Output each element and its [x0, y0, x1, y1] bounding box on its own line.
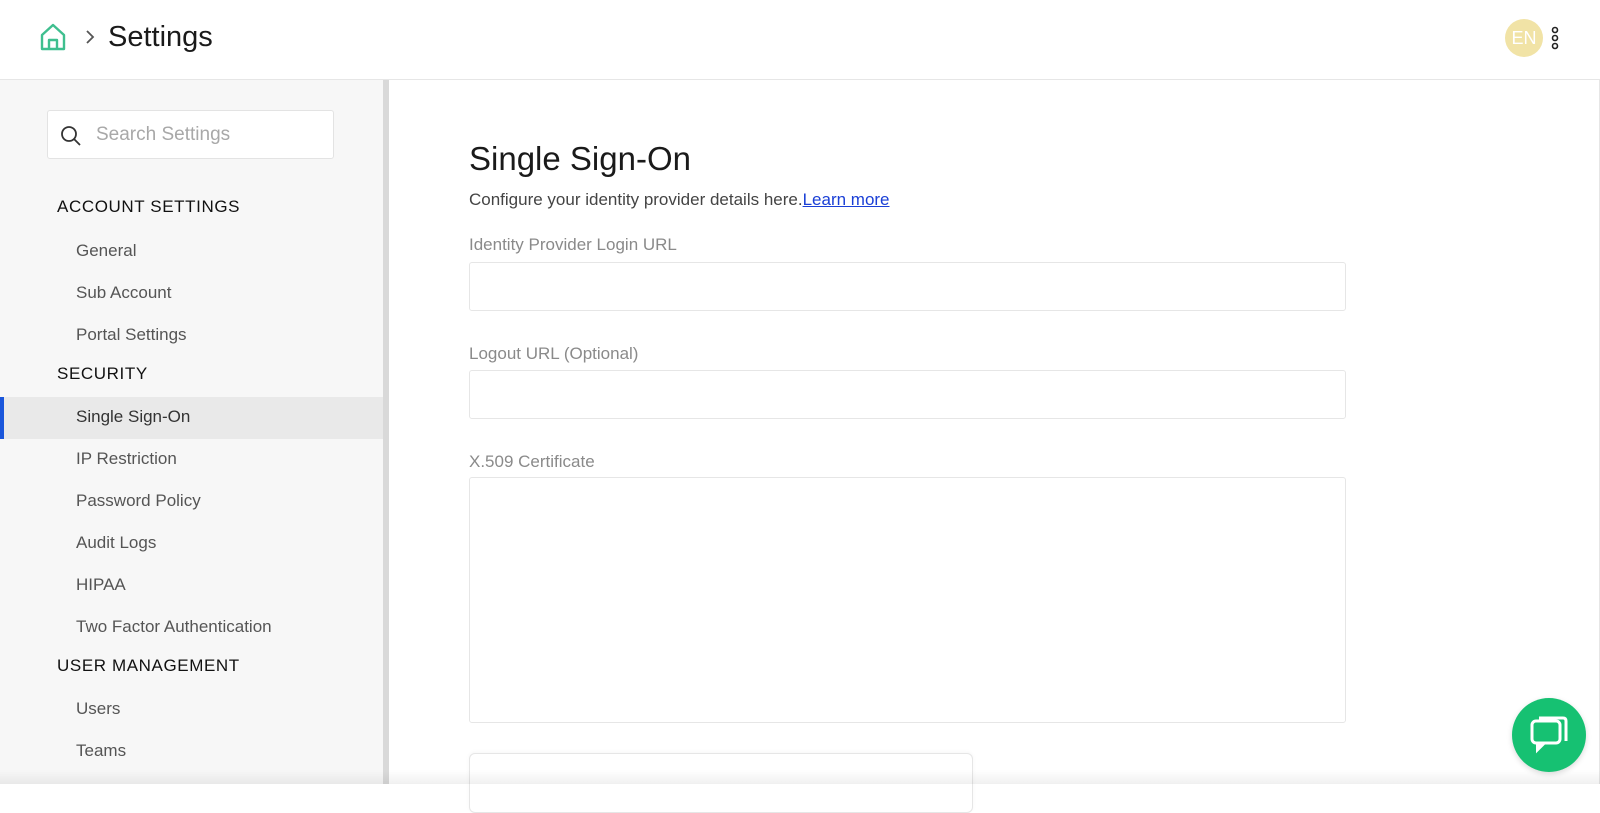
section-heading-user-management: USER MANAGEMENT [57, 656, 240, 675]
search-icon [60, 125, 82, 147]
sidebar-item-audit-logs[interactable]: Audit Logs [0, 523, 383, 565]
settings-sidebar: ACCOUNT SETTINGS General Sub Account Por… [0, 80, 385, 784]
idp-login-url-input[interactable] [469, 262, 1346, 311]
sidebar-item-ip-restriction[interactable]: IP Restriction [0, 439, 383, 481]
avatar[interactable]: EN [1505, 19, 1543, 57]
section-heading-security: SECURITY [57, 364, 148, 383]
section-description: Configure your identity provider details… [469, 190, 890, 210]
certificate-textarea[interactable] [469, 477, 1346, 723]
page-title: Settings [108, 21, 213, 53]
sidebar-item-label: HIPAA [76, 575, 126, 594]
sidebar-item-portal-settings[interactable]: Portal Settings [0, 315, 383, 357]
idp-login-url-label: Identity Provider Login URL [469, 235, 677, 254]
sidebar-item-label: Password Policy [76, 491, 201, 510]
logout-url-input[interactable] [469, 370, 1346, 419]
sidebar-item-hipaa[interactable]: HIPAA [0, 565, 383, 607]
sidebar-item-single-sign-on[interactable]: Single Sign-On [0, 397, 383, 439]
breadcrumb-chevron-icon [84, 29, 96, 45]
logout-url-label: Logout URL (Optional) [469, 344, 639, 363]
search-input[interactable] [96, 111, 326, 158]
description-text: Configure your identity provider details… [469, 190, 803, 209]
sidebar-item-general[interactable]: General [0, 231, 383, 273]
sidebar-item-label: Two Factor Authentication [76, 617, 272, 636]
search-box [47, 110, 334, 159]
sidebar-item-label: Single Sign-On [76, 407, 191, 426]
sidebar-item-label: Portal Settings [76, 325, 187, 344]
kebab-menu-icon[interactable] [1549, 25, 1561, 51]
chat-bubble-icon[interactable] [1512, 698, 1586, 772]
section-heading-account-settings: ACCOUNT SETTINGS [57, 197, 241, 216]
sidebar-item-password-policy[interactable]: Password Policy [0, 481, 383, 523]
sidebar-item-sub-account[interactable]: Sub Account [0, 273, 383, 315]
sidebar-item-two-factor-authentication[interactable]: Two Factor Authentication [0, 607, 383, 649]
certificate-label: X.509 Certificate [469, 452, 595, 471]
sidebar-item-label: Teams [76, 741, 127, 760]
section-title: Single Sign-On [469, 140, 691, 177]
home-icon[interactable] [38, 22, 68, 52]
sidebar-item-users[interactable]: Users [0, 689, 383, 731]
sidebar-item-teams[interactable]: Teams [0, 731, 383, 773]
sidebar-item-label: General [76, 241, 137, 260]
sidebar-item-label: Audit Logs [76, 533, 157, 552]
top-header: Settings EN [0, 0, 1600, 80]
sidebar-item-label: Users [76, 699, 121, 718]
sidebar-item-label: Sub Account [76, 283, 172, 302]
bottom-card [469, 753, 973, 813]
sidebar-item-label: IP Restriction [76, 449, 177, 468]
learn-more-link[interactable]: Learn more [803, 190, 890, 209]
